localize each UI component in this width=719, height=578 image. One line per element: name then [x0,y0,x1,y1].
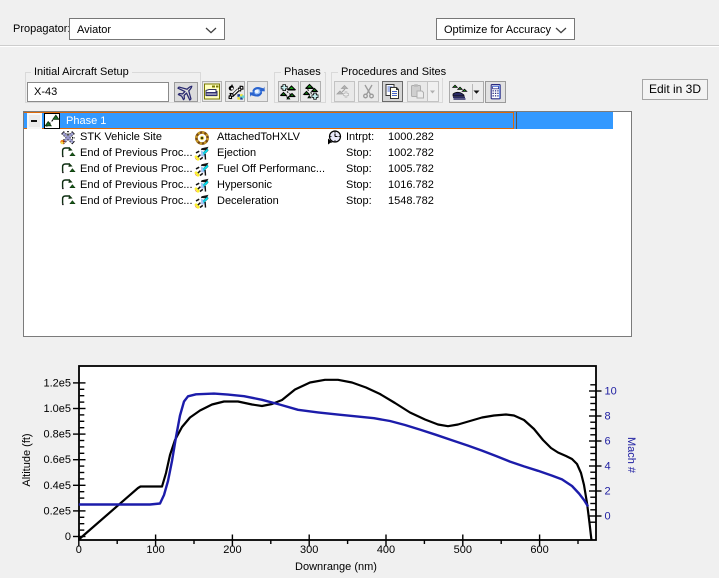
svg-text:Downrange (nm): Downrange (nm) [295,561,377,573]
svg-text:600: 600 [530,544,548,556]
svg-text:2: 2 [605,486,611,498]
svg-text:200: 200 [223,544,241,556]
svg-text:0: 0 [65,531,71,543]
svg-text:0: 0 [76,544,82,556]
svg-text:1.2e5: 1.2e5 [43,377,71,389]
svg-text:8: 8 [605,411,611,423]
svg-text:10: 10 [605,386,617,398]
svg-text:100: 100 [146,544,164,556]
svg-text:6: 6 [605,436,611,448]
svg-text:500: 500 [454,544,472,556]
svg-text:0.8e5: 0.8e5 [43,429,71,441]
svg-text:400: 400 [377,544,395,556]
svg-text:4: 4 [605,461,611,473]
svg-text:0: 0 [605,511,611,523]
svg-text:0.2e5: 0.2e5 [43,505,71,517]
svg-text:1.0e5: 1.0e5 [43,403,71,415]
svg-text:300: 300 [300,544,318,556]
svg-text:0.6e5: 0.6e5 [43,454,71,466]
svg-text:Altitude (ft): Altitude (ft) [21,433,33,486]
svg-text:0.4e5: 0.4e5 [43,480,71,492]
svg-text:Mach #: Mach # [625,437,637,474]
